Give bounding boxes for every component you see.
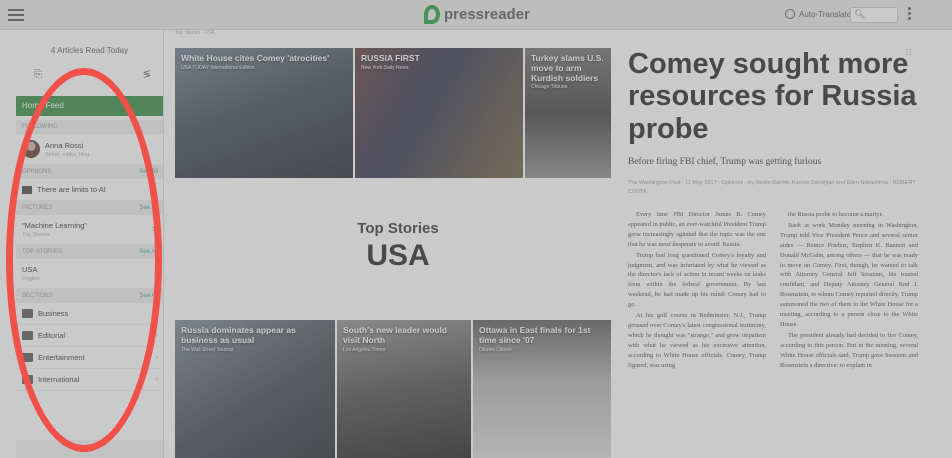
story-title: Ottawa in East finals for 1st time since… [479,325,591,345]
story-tile[interactable]: Turkey slams U.S. move to arm Kurdish so… [525,48,611,178]
top-stories-label: Top Stories [357,220,439,237]
top-stories-region: USA [366,239,430,272]
featured-article[interactable]: Comey sought more resources for Russia p… [628,48,918,372]
article-headline[interactable]: Comey sought more resources for Russia p… [628,48,918,145]
more-options-icon[interactable] [908,7,912,20]
story-source: Ottawa Citizen [479,346,512,353]
search-input[interactable]: 🔍︎ [850,7,898,23]
story-tile[interactable]: South's new leader would visit North Los … [337,320,471,458]
article-paragraph: Every time FBI Director James B. Comey a… [628,210,766,248]
breadcrumb: Top Stories · USA [175,30,215,36]
story-tile[interactable]: Russia dominates appear as business as u… [175,320,335,458]
article-paragraph: Back at work Monday morning in Washingto… [780,221,918,329]
story-source: USA TODAY International Edition [181,64,255,71]
article-paragraph: the Russia probe to become a martyr. [788,210,883,218]
article-column: the Russia probe to become a martyr. Bac… [780,210,918,372]
story-title: Turkey slams U.S. move to arm Kurdish so… [531,53,604,83]
article-paragraph: At his golf course in Bedminster, N.J., … [628,312,766,369]
articles-read-count: 4 Articles Read Today [50,46,129,55]
story-source: Chicago Tribune [531,84,568,91]
story-source: Los Angeles Times [343,346,385,353]
story-title: RUSSIA FIRST [361,53,420,63]
story-title: South's new leader would visit North [343,325,448,345]
article-paragraph: The president already had decided to fir… [780,331,918,369]
story-tile[interactable]: RUSSIA FIRST New York Daily News [355,48,523,178]
story-source: The Wall Street Journal [181,346,234,353]
top-bar: pressreader Auto-Translate 🔍︎ [0,0,952,30]
bookmark-icon[interactable]: ⎘ [34,69,42,80]
auto-translate-label: Auto-Translate [799,9,852,19]
share-icon[interactable]: ≶ [143,69,151,80]
main-content: Top Stories · USA White House cites Come… [165,30,952,458]
menu-icon[interactable] [8,9,24,21]
chevron-right-icon: › [155,376,158,383]
story-tile[interactable]: White House cites Comey 'atrocities' USA … [175,48,353,178]
globe-icon [785,9,795,19]
brand-name: pressreader [444,6,530,23]
article-paragraph: Trump had long questioned Comey's loyalt… [628,251,766,309]
story-title: White House cites Comey 'atrocities' [181,53,330,63]
story-tile[interactable]: Ottawa in East finals for 1st time since… [473,320,611,458]
top-stories-heading[interactable]: Top Stories USA [318,220,478,273]
highlight-ellipse-annotation [6,68,162,452]
article-subhead: Before firing FBI chief, Trump was getti… [628,157,822,168]
story-title: Russia dominates appear as business as u… [181,325,296,345]
auto-translate-button[interactable]: Auto-Translate [785,9,851,19]
chevron-right-icon: › [155,354,158,361]
story-source: New York Daily News [361,64,409,71]
search-icon: 🔍︎ [854,9,866,19]
article-column: Every time FBI Director James B. Comey a… [628,210,766,372]
pressreader-logo-icon [424,5,440,24]
brand-logo[interactable]: pressreader [424,5,530,24]
article-byline: The Washington Post · 11 May 2017 · Opin… [628,180,916,195]
